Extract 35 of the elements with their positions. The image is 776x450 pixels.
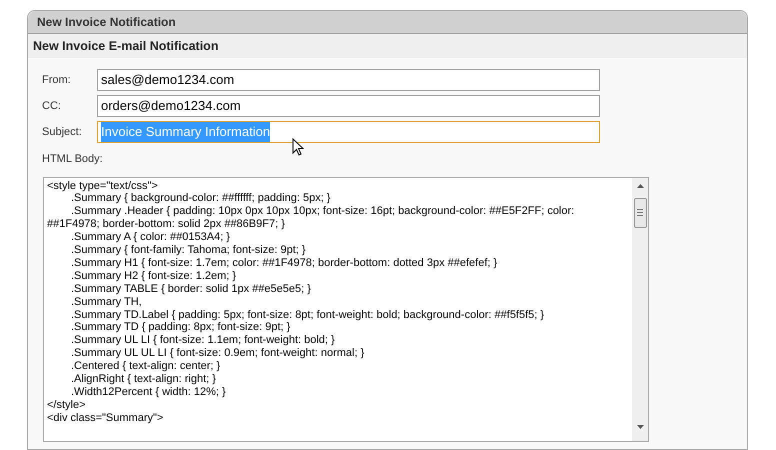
code-line: .Summary TH,: [70, 296, 143, 309]
code-line: <style type="text/css">: [47, 180, 159, 192]
code-line: .Summary H1 { font-size: 1.7em; color: ##1F4978; border-bottom: dotted 3px ##efefef; }: [70, 256, 498, 270]
code-line: .Width12Percent { width: 12%; }: [70, 386, 227, 399]
text-field[interactable]: orders@demo1234.com: [97, 95, 600, 117]
field-value: Invoice Summary Information: [101, 122, 270, 142]
code-line: .Summary UL LI { font-size: 1.1em; font-weight: bold; }: [70, 334, 336, 348]
section-title: New Invoice E-mail Notification: [28, 34, 747, 58]
scrollbar[interactable]: [632, 178, 648, 440]
scroll-down-icon[interactable]: [636, 424, 644, 428]
panel-title: New Invoice Notification: [28, 11, 747, 34]
mouse-pointer-icon: [292, 138, 304, 157]
code-line: .Summary TD.Label { padding: 5px; font-size: 8pt; font-weight: bold; background-color: ##f5f5f5; }: [70, 308, 546, 322]
field-label: Subject:: [42, 124, 83, 140]
code-line: <div class="Summary">: [47, 412, 164, 425]
code-line: .Summary TD { padding: 8px; font-size: 9pt; }: [70, 321, 292, 334]
field-label: HTML Body:: [42, 152, 104, 167]
field-value: orders@demo1234.com: [101, 97, 241, 116]
code-line: </style>: [47, 398, 87, 412]
html-body-field[interactable]: [43, 176, 649, 442]
scroll-up-icon[interactable]: [636, 184, 644, 188]
code-line: .Summary A { color: ##0153A4; }: [70, 231, 231, 244]
code-line: .AlignRight { text-align: right; }: [70, 373, 217, 386]
field-label: CC:: [42, 98, 62, 114]
text-field[interactable]: sales@demo1234.com: [97, 69, 600, 91]
code-line: .Summary .Header { padding: 10px 0px 10px 10px; font-size: 16pt; background-color: ##E5F2FF; color: ##1F4978; border-bottom: solid 2px ##86B9F7; }: [47, 205, 576, 232]
code-line: .Summary UL UL LI { font-size: 0.9em; font-weight: normal; }: [70, 347, 366, 360]
field-value: sales@demo1234.com: [101, 71, 234, 90]
code-line: .Summary H2 { font-size: 1.2em; }: [70, 270, 238, 283]
code-line: .Summary { font-family: Tahoma; font-size: 9pt; }: [70, 244, 307, 257]
code-line: .Summary { background-color: ##ffffff; padding: 5px; }: [70, 192, 332, 206]
scrollbar-thumb[interactable]: [634, 198, 646, 228]
code-line: .Centered { text-align: center; }: [70, 360, 222, 374]
code-line: .Summary TABLE { border: solid 1px ##e5e5e5; }: [70, 282, 312, 296]
field-label: From:: [42, 72, 72, 88]
